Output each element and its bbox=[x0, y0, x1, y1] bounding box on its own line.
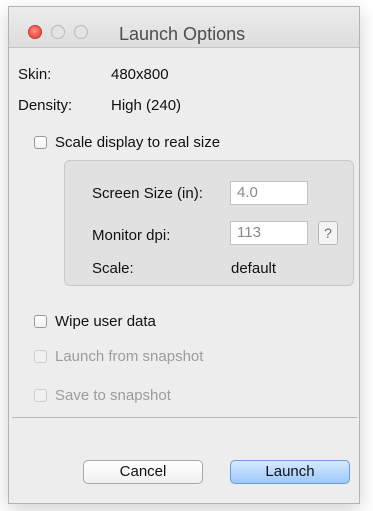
launch-from-snapshot-row: Launch from snapshot bbox=[34, 346, 203, 366]
screen-size-field[interactable]: 4.0 bbox=[230, 181, 308, 205]
wipe-user-data-label: Wipe user data bbox=[55, 312, 156, 330]
wipe-user-data-checkbox[interactable] bbox=[34, 314, 47, 328]
zoom-window-icon[interactable] bbox=[74, 25, 88, 39]
scale-label: Scale: bbox=[92, 260, 134, 277]
save-to-snapshot-label: Save to snapshot bbox=[55, 386, 171, 404]
monitor-dpi-field[interactable]: 113 bbox=[230, 221, 308, 245]
cancel-button[interactable]: Cancel bbox=[83, 460, 203, 484]
launch-from-snapshot-label: Launch from snapshot bbox=[55, 347, 204, 365]
density-value: High (240) bbox=[111, 97, 182, 114]
scale-display-checkbox[interactable] bbox=[34, 135, 47, 149]
screen-size-label: Screen Size (in): bbox=[92, 185, 203, 202]
scale-display-checkbox-row[interactable]: Scale display to real size bbox=[34, 132, 220, 152]
monitor-dpi-label: Monitor dpi: bbox=[92, 227, 171, 244]
save-to-snapshot-checkbox bbox=[34, 388, 47, 402]
scale-value: default bbox=[231, 260, 277, 277]
wipe-user-data-row[interactable]: Wipe user data bbox=[34, 311, 156, 331]
save-to-snapshot-row: Save to snapshot bbox=[34, 385, 171, 405]
window-title: Launch Options bbox=[119, 24, 246, 44]
density-label: Density: bbox=[18, 97, 73, 114]
skin-label: Skin: bbox=[18, 66, 52, 83]
launch-from-snapshot-checkbox bbox=[34, 349, 47, 363]
scale-display-label: Scale display to real size bbox=[55, 133, 221, 151]
title-bar: Launch Options bbox=[9, 7, 359, 48]
skin-value: 480x800 bbox=[111, 66, 169, 83]
dpi-help-button[interactable]: ? bbox=[318, 221, 338, 245]
divider bbox=[12, 417, 357, 418]
launch-button[interactable]: Launch bbox=[230, 460, 350, 484]
minimize-window-icon[interactable] bbox=[51, 25, 65, 39]
close-window-icon[interactable] bbox=[28, 25, 42, 39]
